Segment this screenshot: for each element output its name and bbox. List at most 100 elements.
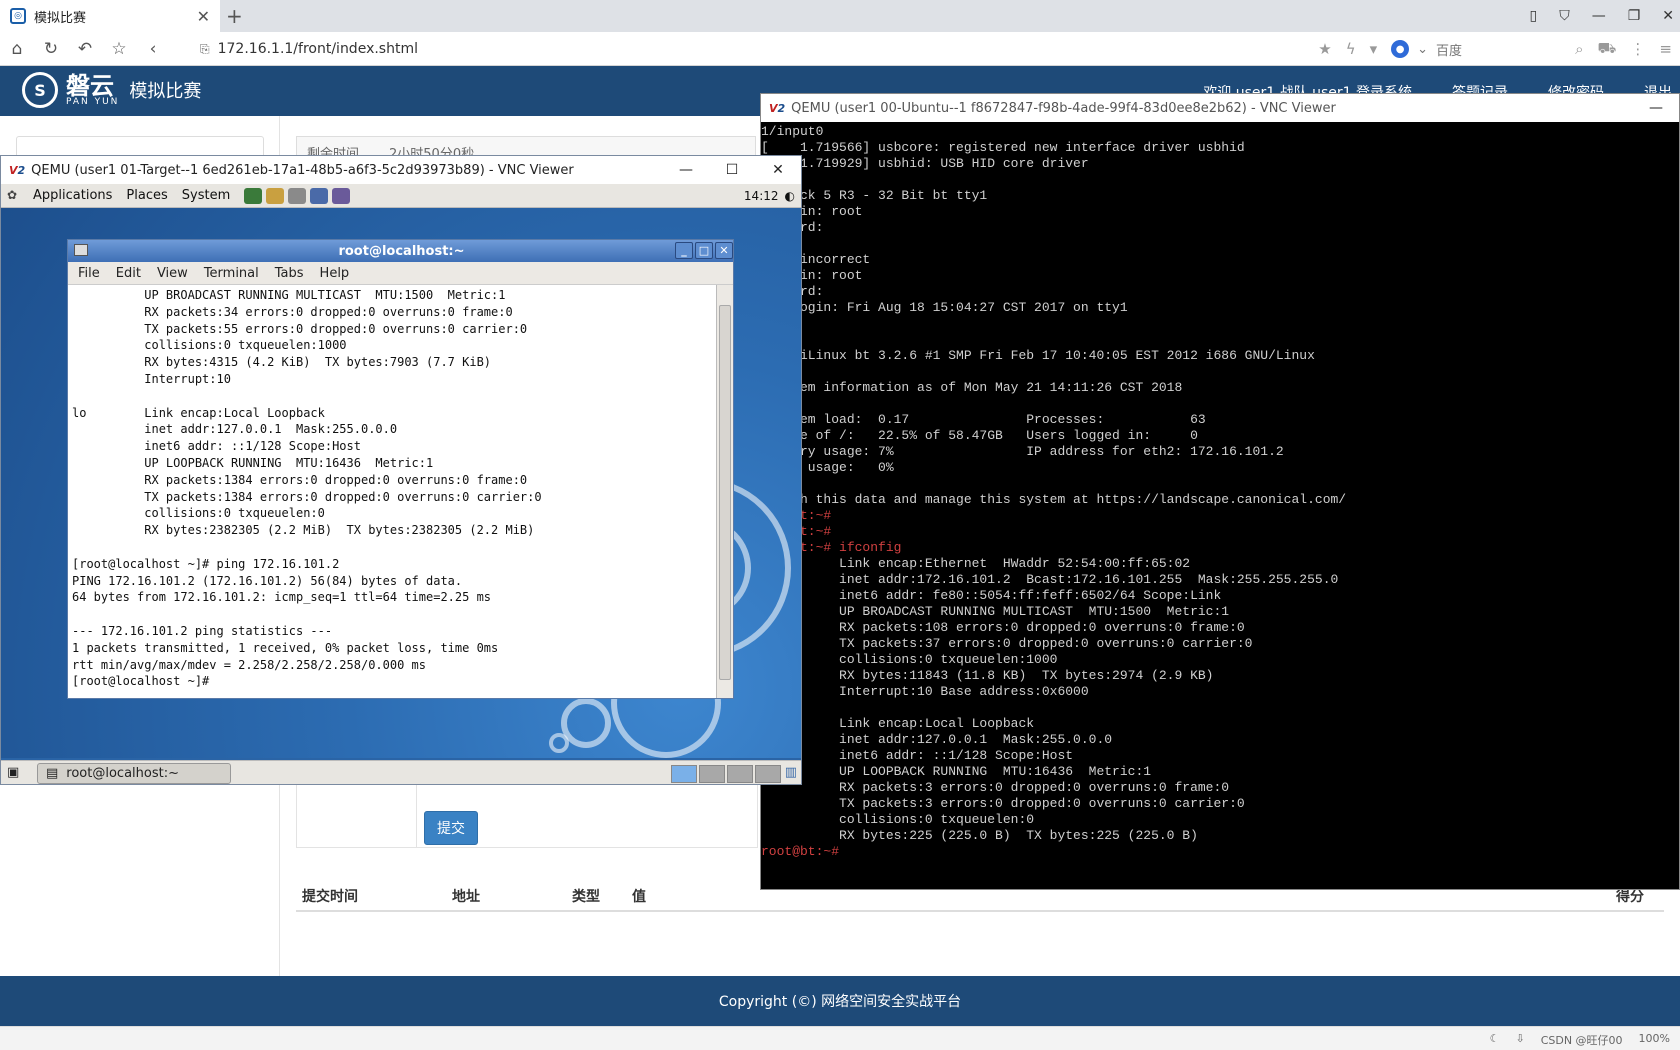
favorite-icon[interactable]: ☆	[102, 39, 136, 59]
panel-launchers	[244, 187, 351, 204]
download-icon[interactable]: ⇩	[1515, 1032, 1524, 1048]
submit-button[interactable]: 提交	[424, 811, 478, 845]
taskbar-terminal-item[interactable]: ▤ root@localhost:~	[37, 763, 231, 784]
workspace-4[interactable]	[755, 765, 781, 783]
console-prompt-1: bt:~#	[761, 508, 1679, 524]
close-window-icon[interactable]: ✕	[1662, 8, 1674, 24]
console-prompt-2: bt:~#	[761, 524, 1679, 540]
vnc-viewer-icon: V2	[9, 163, 26, 177]
console-boot-output: 1/input0 [ 1.719566] usbcore: registered…	[761, 124, 1347, 507]
menu-tabs[interactable]: Tabs	[275, 266, 304, 281]
gnome-top-panel: ✿ Applications Places System 14:12 ◐	[1, 184, 801, 208]
form-label-cell	[297, 784, 417, 848]
mail-launcher-icon[interactable]	[266, 187, 285, 204]
terminal-window-icon	[74, 244, 88, 256]
lightning-icon[interactable]: ϟ	[1346, 40, 1356, 58]
browser-status-bar: ☾ ⇩ CSDN @旺仔00 100%	[0, 1026, 1680, 1050]
chevron-down-icon: ⌄	[1417, 41, 1429, 57]
vnc-viewer-icon: V2	[769, 101, 786, 115]
restore-icon[interactable]: ❐	[1628, 8, 1641, 24]
vnc-controls: —	[1633, 94, 1679, 122]
network-launcher-icon[interactable]	[332, 187, 351, 204]
col-value: 值	[632, 889, 646, 905]
vnc-title: QEMU (user1 01-Target--1 6ed261eb-17a1-4…	[31, 162, 574, 178]
sidebar-toggle-icon[interactable]: ▯	[1529, 8, 1537, 24]
minimize-icon[interactable]: —	[663, 156, 709, 184]
panel-clock[interactable]: 14:12	[744, 189, 779, 203]
status-csdn: CSDN @旺仔00	[1540, 1034, 1623, 1047]
col-address: 地址	[452, 889, 480, 905]
volume-icon[interactable]: ◐	[785, 189, 795, 203]
terminal-scrollbar[interactable]	[716, 285, 733, 698]
close-icon[interactable]: ✕	[755, 156, 801, 184]
menu-view[interactable]: View	[157, 266, 188, 281]
gnome-bottom-panel: ▣ ▤ root@localhost:~ ▥	[1, 760, 801, 784]
scrollbar-thumb[interactable]	[719, 305, 731, 680]
browser-right-tools: ★ ϟ ▾ ● ⌄ 百度 ⌕ ⛟ ⋮ ≡	[1318, 32, 1672, 66]
cart-icon[interactable]: ⛟	[1598, 39, 1617, 59]
terminal-titlebar[interactable]: root@localhost:~ _ □ ✕	[68, 240, 733, 262]
maximize-icon[interactable]: ☐	[709, 156, 755, 184]
terminal-text: UP BROADCAST RUNNING MULTICAST MTU:1500 …	[72, 288, 542, 689]
browser-launcher-icon[interactable]	[244, 187, 263, 204]
panyun-logo-icon: S	[22, 72, 58, 108]
site-logo[interactable]: S 磐云 PAN YUN 模拟比赛	[22, 72, 201, 108]
browser-nav-bar: ⌂ ↻ ↶ ☆ ‹ ⎘ 172.16.1.1/front/index.shtml…	[0, 32, 1680, 66]
brand-en: PAN YUN	[66, 96, 120, 107]
menu-help[interactable]: Help	[320, 266, 350, 281]
workspace-1[interactable]	[671, 765, 697, 783]
menu-icon[interactable]: ≡	[1659, 40, 1672, 58]
menu-edit[interactable]: Edit	[116, 266, 141, 281]
menu-file[interactable]: File	[78, 266, 100, 281]
terminal-output[interactable]: UP BROADCAST RUNNING MULTICAST MTU:1500 …	[68, 285, 718, 698]
site-favicon-icon: ◎	[10, 8, 26, 24]
undo-icon[interactable]: ↶	[68, 39, 102, 59]
menu-terminal[interactable]: Terminal	[204, 266, 259, 281]
menu-places[interactable]: Places	[126, 188, 167, 203]
home-icon[interactable]: ⌂	[0, 39, 34, 59]
page-info-icon[interactable]: ⎘	[200, 42, 210, 57]
reload-icon[interactable]: ↻	[34, 39, 68, 59]
zoom-level[interactable]: 100%	[1639, 1032, 1670, 1048]
minimize-icon[interactable]: —	[1592, 8, 1606, 24]
browser-tab[interactable]: ◎ 模拟比赛 ✕	[0, 0, 220, 32]
more-icon[interactable]: ⋮	[1630, 40, 1645, 58]
tab-title: 模拟比赛	[34, 10, 87, 26]
editor-launcher-icon[interactable]	[288, 187, 307, 204]
extension-icon[interactable]: ⛉	[1559, 8, 1570, 24]
close-tab-icon[interactable]: ✕	[197, 7, 210, 26]
vnc-titlebar[interactable]: V2 QEMU (user1 01-Target--1 6ed261eb-17a…	[1, 156, 801, 184]
close-icon[interactable]: ✕	[715, 242, 733, 259]
console-final-prompt: root@bt:~#	[761, 844, 840, 859]
new-tab-icon[interactable]: +	[226, 4, 243, 28]
wallpaper-swirl	[549, 733, 569, 753]
console-ifconfig-output: Link encap:Ethernet HWaddr 52:54:00:ff:6…	[839, 556, 1339, 843]
show-desktop-icon[interactable]: ▣	[7, 765, 19, 780]
trash-icon[interactable]: ▥	[785, 765, 797, 780]
back-icon[interactable]: ‹	[136, 39, 170, 59]
search-icon[interactable]: ⌕	[1575, 40, 1583, 58]
workspace-switcher	[671, 765, 781, 783]
minimize-icon[interactable]: —	[1633, 94, 1679, 122]
dropdown-icon[interactable]: ▾	[1370, 40, 1378, 58]
minimize-icon[interactable]: _	[675, 242, 693, 259]
workspace-3[interactable]	[727, 765, 753, 783]
brand-cn: 磐云	[66, 71, 114, 100]
vnc-titlebar[interactable]: V2 QEMU (user1 00-Ubuntu--1 f8672847-f98…	[761, 94, 1679, 122]
workspace-2[interactable]	[699, 765, 725, 783]
url-text[interactable]: 172.16.1.1/front/index.shtml	[218, 41, 418, 57]
col-type: 类型	[572, 889, 600, 905]
menu-system[interactable]: System	[182, 188, 230, 203]
maximize-icon[interactable]: □	[695, 242, 713, 259]
night-mode-icon[interactable]: ☾	[1490, 1032, 1500, 1048]
search-engine-box[interactable]: ● ⌄ 百度	[1391, 40, 1561, 59]
terminal-menubar: File Edit View Terminal Tabs Help	[68, 262, 733, 285]
bookmark-star-icon[interactable]: ★	[1318, 40, 1331, 58]
menu-applications[interactable]: Applications	[33, 188, 112, 203]
address-bar[interactable]: ⎘ 172.16.1.1/front/index.shtml	[200, 32, 418, 66]
baidu-paw-icon: ●	[1391, 40, 1410, 58]
terminal-window[interactable]: root@localhost:~ _ □ ✕ File Edit View Te…	[67, 239, 734, 699]
linux-console[interactable]: 1/input0 [ 1.719566] usbcore: registered…	[761, 122, 1679, 889]
terminal-launcher-icon[interactable]	[310, 187, 329, 204]
vnc-window-ubuntu[interactable]: V2 QEMU (user1 00-Ubuntu--1 f8672847-f98…	[760, 93, 1680, 890]
